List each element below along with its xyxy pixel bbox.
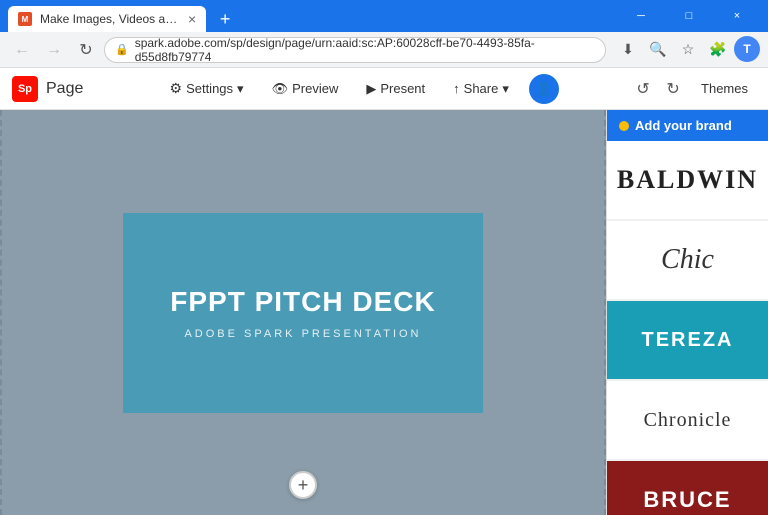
theme-tereza-label: TEREZA	[607, 301, 768, 379]
theme-item-bruce[interactable]: BRUCE	[607, 461, 768, 515]
share-chevron: ▾	[502, 81, 509, 97]
preview-label: Preview	[292, 81, 338, 96]
page-label: Page	[46, 80, 83, 98]
sp-logo: Sp	[12, 76, 38, 102]
reload-button[interactable]: ↻	[72, 36, 100, 64]
minimize-button[interactable]: ─	[618, 0, 664, 32]
themes-panel: Add your brand BALDWIN Chic TEREZA Chron…	[606, 110, 768, 515]
address-bar: ← → ↻ 🔒 spark.adobe.com/sp/design/page/u…	[0, 32, 768, 68]
share-icon: ↑	[453, 81, 460, 96]
preview-button[interactable]: 👁 Preview	[264, 77, 347, 101]
maximize-button[interactable]: □	[666, 0, 712, 32]
bookmark-icon[interactable]: ☆	[674, 36, 702, 64]
theme-baldwin-label: BALDWIN	[617, 165, 758, 195]
window-controls: ─ □ ×	[618, 0, 760, 32]
browser-tab[interactable]: M Make Images, Videos and Web S ×	[8, 6, 206, 32]
toolbar-right: ↺ ↻ Themes	[629, 75, 756, 103]
present-label: Present	[380, 81, 425, 96]
new-tab-button[interactable]: +	[212, 6, 238, 32]
browser-titlebar: M Make Images, Videos and Web S × + ─ □ …	[0, 0, 768, 32]
undo-button[interactable]: ↺	[629, 75, 657, 103]
settings-label: Settings	[186, 81, 233, 96]
share-label: Share	[464, 81, 499, 96]
theme-item-chic[interactable]: Chic	[607, 221, 768, 301]
themes-button[interactable]: Themes	[693, 77, 756, 100]
theme-item-chronicle[interactable]: Chronicle	[607, 381, 768, 461]
user-avatar[interactable]: T	[734, 36, 760, 62]
app-toolbar: Sp Page ⚙ Settings ▾ 👁 Preview ▶ Present…	[0, 68, 768, 110]
theme-chic-label: Chic	[661, 244, 714, 276]
main-area: FPPT PITCH DECK ADOBE SPARK PRESENTATION…	[0, 110, 768, 515]
themes-panel-title: Add your brand	[635, 118, 732, 133]
present-button[interactable]: ▶ Present	[358, 77, 433, 101]
theme-item-tereza[interactable]: TEREZA	[607, 301, 768, 381]
tab-title: Make Images, Videos and Web S	[40, 12, 180, 26]
forward-button[interactable]: →	[40, 36, 68, 64]
pitch-title: FPPT PITCH DECK	[170, 286, 435, 318]
address-icons: ⬇ 🔍 ☆ 🧩 T	[614, 36, 760, 64]
theme-item-baldwin[interactable]: BALDWIN	[607, 141, 768, 221]
app-user-avatar[interactable]: 👤	[529, 74, 559, 104]
tab-favicon: M	[18, 12, 32, 26]
close-window-button[interactable]: ×	[714, 0, 760, 32]
themes-panel-header: Add your brand	[607, 110, 768, 141]
eye-icon: 👁	[272, 81, 289, 97]
theme-bruce-label: BRUCE	[607, 461, 768, 515]
canvas-area: FPPT PITCH DECK ADOBE SPARK PRESENTATION…	[0, 110, 606, 515]
redo-button[interactable]: ↻	[659, 75, 687, 103]
search-icon[interactable]: 🔍	[644, 36, 672, 64]
undo-redo-group: ↺ ↻	[629, 75, 687, 103]
lock-icon: 🔒	[115, 43, 129, 56]
gear-icon: ⚙	[170, 80, 183, 97]
play-icon: ▶	[366, 81, 376, 97]
tab-close-btn[interactable]: ×	[188, 11, 196, 27]
tab-bar: M Make Images, Videos and Web S × +	[8, 0, 238, 32]
brand-dot-icon	[619, 121, 629, 131]
url-text: spark.adobe.com/sp/design/page/urn:aaid:…	[135, 36, 595, 64]
theme-chronicle-label: Chronicle	[644, 409, 732, 432]
url-bar[interactable]: 🔒 spark.adobe.com/sp/design/page/urn:aai…	[104, 37, 606, 63]
add-section-button[interactable]: +	[289, 471, 317, 499]
back-button[interactable]: ←	[8, 36, 36, 64]
share-button[interactable]: ↑ Share ▾	[445, 77, 517, 101]
settings-button[interactable]: ⚙ Settings ▾	[162, 76, 252, 101]
pitch-subtitle: ADOBE SPARK PRESENTATION	[184, 328, 421, 340]
settings-chevron: ▾	[237, 81, 244, 97]
presentation-card: FPPT PITCH DECK ADOBE SPARK PRESENTATION	[123, 213, 483, 413]
extensions-icon[interactable]: 🧩	[704, 36, 732, 64]
toolbar-center: ⚙ Settings ▾ 👁 Preview ▶ Present ↑ Share…	[99, 74, 621, 104]
download-icon[interactable]: ⬇	[614, 36, 642, 64]
